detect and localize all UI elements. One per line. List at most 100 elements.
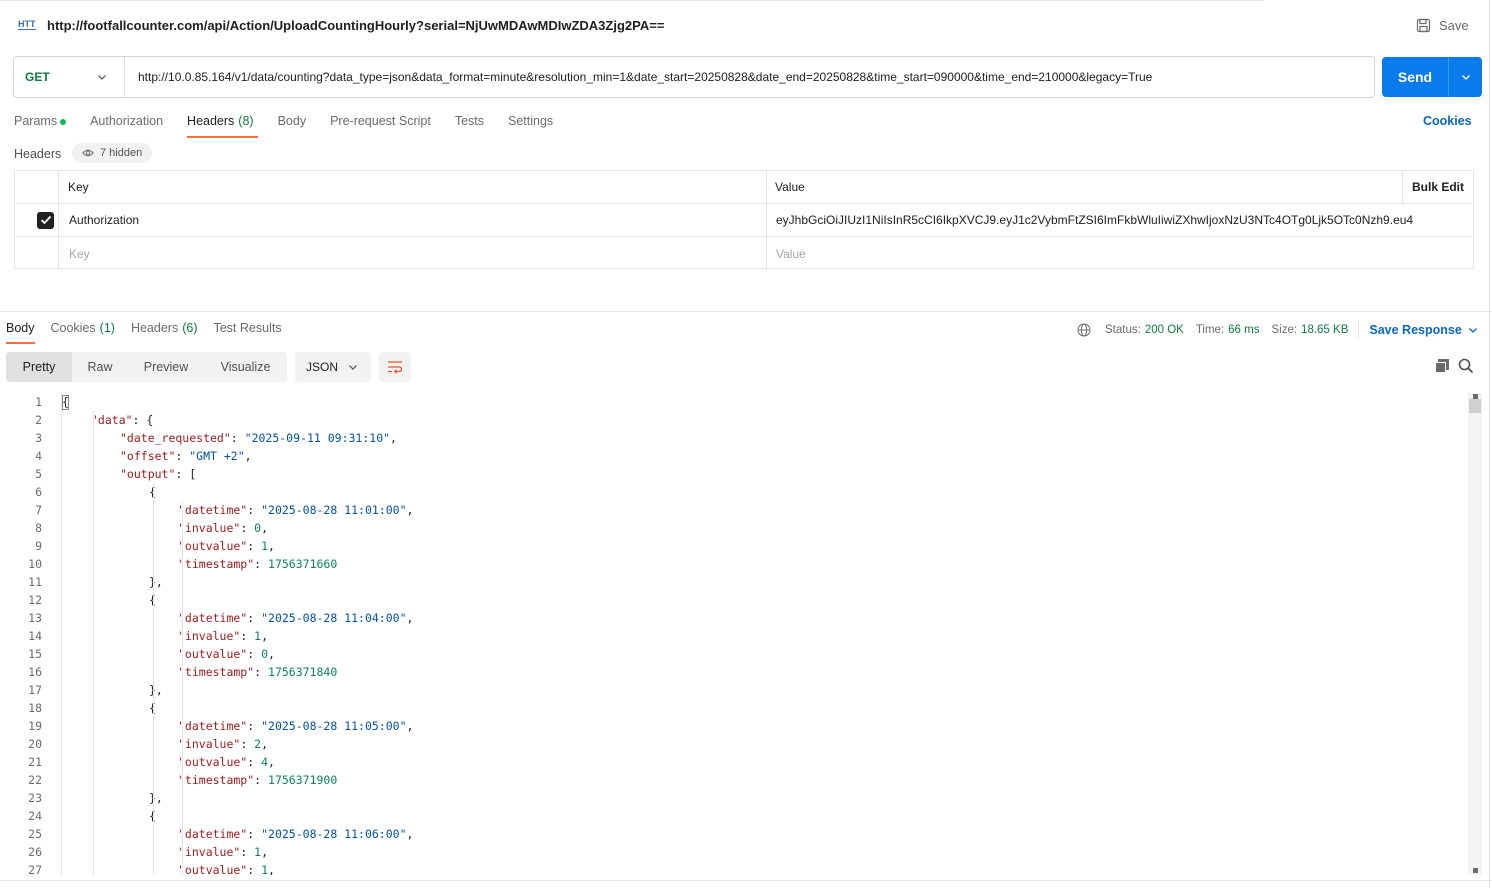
view-pretty-button[interactable]: Pretty — [6, 352, 72, 382]
code-line: 5 "output": [ — [0, 465, 1466, 483]
format-select[interactable]: JSON — [295, 352, 371, 382]
wrap-lines-button[interactable] — [379, 352, 411, 382]
response-tab-headers-count: (6) — [182, 321, 198, 335]
globe-icon[interactable] — [1077, 323, 1091, 337]
code-line: 17}, — [0, 681, 1466, 699]
tab-prerequest-label: Pre-request Script — [330, 114, 431, 128]
tab-body[interactable]: Body — [278, 114, 307, 138]
code-text: "outvalue": 1, — [178, 863, 275, 875]
code-text: "date_requested": "2025-09-11 09:31:10", — [120, 431, 397, 445]
line-number: 8 — [35, 521, 42, 535]
http-icon: HTTP — [18, 19, 36, 30]
url-input[interactable]: http://10.0.85.164/v1/data/counting?data… — [125, 70, 1152, 84]
cookies-link[interactable]: Cookies — [1423, 114, 1472, 128]
editor-scrollbar[interactable] — [1468, 393, 1482, 875]
line-number: 11 — [28, 575, 42, 589]
code-line: 23}, — [0, 789, 1466, 807]
right-border — [1489, 0, 1490, 888]
tab-prerequest-script[interactable]: Pre-request Script — [330, 114, 431, 138]
code-text: "offset": "GMT +2", — [120, 449, 252, 463]
line-number: 17 — [28, 683, 42, 697]
tab-params[interactable]: Params — [14, 114, 67, 138]
save-response-button[interactable]: Save Response — [1369, 323, 1477, 337]
tab-tests[interactable]: Tests — [455, 114, 484, 138]
svg-text:HTTP: HTTP — [18, 19, 36, 29]
response-body-editor[interactable]: 1{2 "data": {3 "date_requested": "2025-09-… — [0, 393, 1466, 875]
size-value[interactable]: 18.65 KB — [1301, 324, 1348, 336]
code-line: 22 "timestamp": 1756371900 — [0, 771, 1466, 789]
line-number: 2 — [35, 413, 42, 427]
scroll-up-arrow[interactable] — [1473, 394, 1478, 399]
header-value-cell[interactable]: eyJhbGciOiJIUzI1NiIsInR5cCI6IkpXVCJ9.eyJ… — [776, 204, 1466, 236]
code-text: "timestamp": 1756371660 — [178, 557, 338, 571]
tab-headers[interactable]: Headers (8) — [187, 114, 258, 138]
new-header-value-input[interactable]: Value — [776, 237, 806, 270]
send-button[interactable]: Send — [1382, 57, 1449, 97]
code-text: }, — [149, 575, 163, 589]
column-value-header: Value — [775, 180, 805, 194]
indent-guide — [153, 483, 154, 875]
view-raw-button[interactable]: Raw — [72, 352, 128, 382]
response-tab-test-results[interactable]: Test Results — [213, 321, 281, 344]
bulk-edit-button[interactable]: Bulk Edit — [1412, 171, 1464, 203]
indent-guide — [182, 501, 183, 875]
eye-icon — [82, 149, 94, 157]
tab-authorization[interactable]: Authorization — [90, 114, 163, 138]
time-value[interactable]: 66 ms — [1228, 324, 1259, 336]
view-preview-button[interactable]: Preview — [128, 352, 204, 382]
line-number: 1 — [35, 395, 42, 409]
table-header-row: Key Value Bulk Edit — [15, 171, 1473, 204]
line-number: 27 — [28, 863, 42, 875]
size-label: Size: — [1271, 324, 1298, 336]
code-text: "outvalue": 0, — [178, 647, 275, 661]
copy-icon[interactable] — [1434, 358, 1450, 374]
line-number: 19 — [28, 719, 42, 733]
code-line: 19 "datetime": "2025-08-28 11:05:00", — [0, 717, 1466, 735]
response-tab-body-label: Body — [6, 321, 35, 335]
code-line: 18{ — [0, 699, 1466, 717]
save-button[interactable]: Save — [1416, 16, 1469, 34]
line-number: 16 — [28, 665, 42, 679]
params-active-dot — [60, 119, 67, 125]
line-number: 12 — [28, 593, 42, 607]
code-text: }, — [149, 683, 163, 697]
tab-tests-label: Tests — [454, 114, 484, 128]
editor-scrollbar-thumb[interactable] — [1469, 399, 1481, 413]
tab-body-label: Body — [277, 114, 307, 128]
response-divider[interactable] — [0, 311, 1492, 312]
code-line: 14 "invalue": 1, — [0, 627, 1466, 645]
code-line: 12{ — [0, 591, 1466, 609]
hidden-headers-toggle[interactable]: 7 hidden — [72, 143, 153, 163]
time-label: Time: — [1195, 324, 1225, 336]
code-line: 26 "invalue": 1, — [0, 843, 1466, 861]
code-line: 8 "invalue": 0, — [0, 519, 1466, 537]
top-border — [0, 0, 1264, 1]
url-bar: GET http://10.0.85.164/v1/data/counting?… — [13, 56, 1375, 98]
new-header-key-input[interactable]: Key — [69, 237, 90, 270]
save-response-label: Save Response — [1369, 323, 1462, 337]
request-title[interactable]: http://footfallcounter.com/api/Action/Up… — [47, 18, 664, 33]
response-status-area: Status: 200 OK Time: 66 ms Size: 18.65 KB S… — [1077, 321, 1478, 339]
view-visualize-button[interactable]: Visualize — [204, 352, 287, 382]
code-line: 21 "outvalue": 4, — [0, 753, 1466, 771]
line-number: 7 — [35, 503, 42, 517]
send-options-button[interactable] — [1449, 57, 1482, 97]
response-tab-headers[interactable]: Headers (6) — [131, 321, 198, 344]
header-enabled-checkbox[interactable] — [37, 204, 54, 236]
line-number: 15 — [28, 647, 42, 661]
response-tab-headers-label: Headers — [130, 321, 179, 335]
method-select[interactable]: GET — [14, 57, 125, 97]
scroll-down-arrow[interactable] — [1473, 868, 1478, 873]
line-number: 25 — [28, 827, 42, 841]
response-tab-body[interactable]: Body — [6, 321, 35, 344]
headers-section-label: Headers — [14, 147, 62, 161]
line-number: 23 — [28, 791, 42, 805]
method-label: GET — [25, 70, 50, 84]
tab-settings[interactable]: Settings — [508, 114, 553, 138]
status-value[interactable]: 200 OK — [1145, 324, 1184, 336]
response-tab-cookies[interactable]: Cookies (1) — [51, 321, 115, 344]
code-text: "datetime": "2025-08-28 11:05:00", — [178, 719, 414, 733]
search-icon[interactable] — [1458, 358, 1474, 374]
chevron-down-icon — [98, 75, 106, 80]
header-key-cell[interactable]: Authorization — [69, 204, 139, 236]
